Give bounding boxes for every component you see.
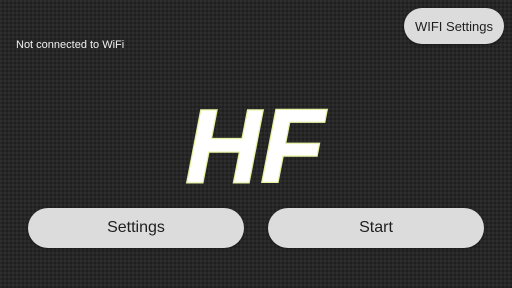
logo-text: HF bbox=[186, 96, 327, 192]
wifi-status-text: Not connected to WiFi bbox=[16, 39, 125, 51]
settings-button[interactable]: Settings bbox=[28, 208, 244, 248]
wifi-settings-button[interactable]: WIFI Settings bbox=[404, 8, 504, 44]
app-logo: HF bbox=[180, 96, 330, 192]
start-button[interactable]: Start bbox=[268, 208, 484, 248]
